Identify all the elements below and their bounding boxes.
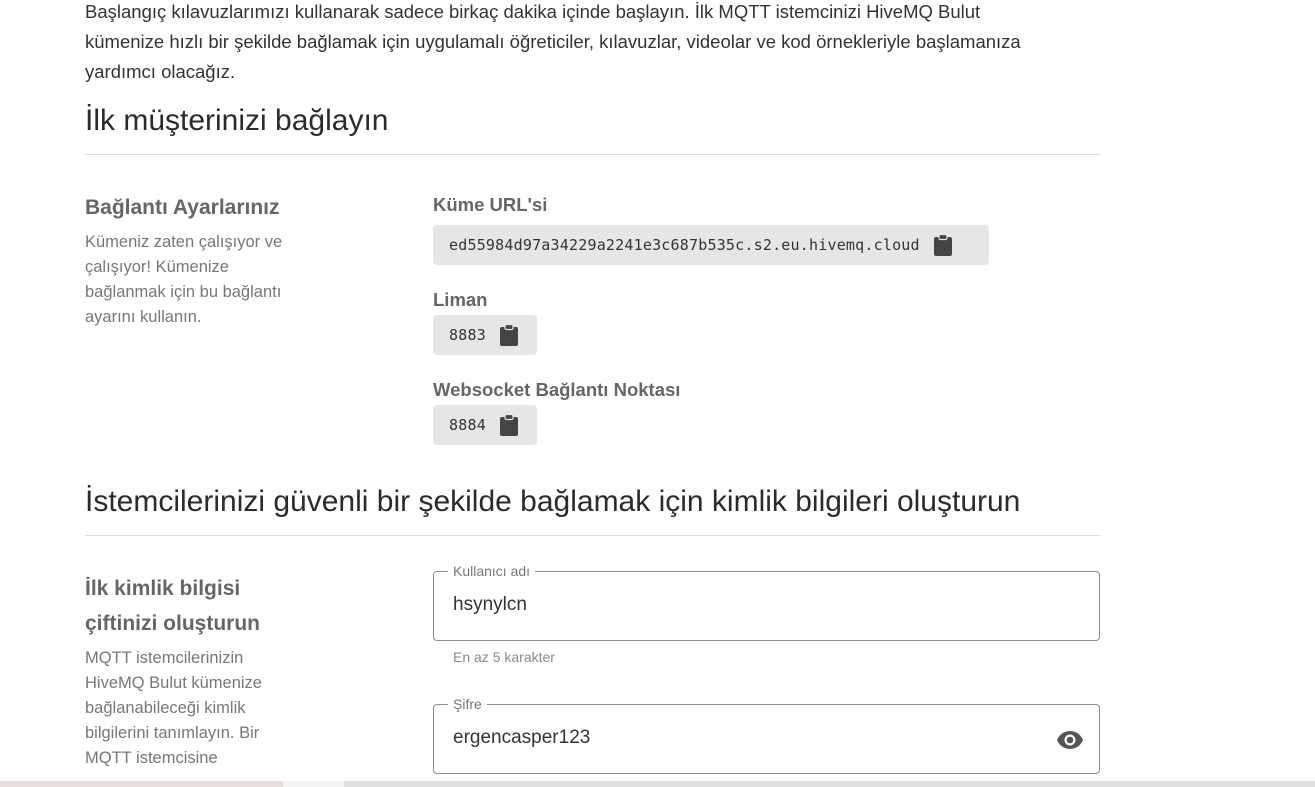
page: Başlangıç kılavuzlarımızı kullanarak sad… <box>0 0 1315 787</box>
websocket-port-chip: 8884 <box>433 405 537 445</box>
password-field[interactable]: Şifre <box>433 696 1100 774</box>
websocket-port-label: Websocket Bağlantı Noktası <box>433 379 681 400</box>
password-label: Şifre <box>448 696 487 712</box>
cluster-url-label: Küme URL'si <box>433 194 548 215</box>
cluster-url-chip: ed55984d97a34229a2241e3c687b535c.s2.eu.h… <box>433 225 989 265</box>
clipboard-icon <box>933 234 952 256</box>
connect-section-heading: İlk müşterinizi bağlayın <box>85 104 389 137</box>
port-value: 8883 <box>449 326 486 344</box>
scrollbar-thumb[interactable] <box>283 781 344 787</box>
copy-cluster-url-button[interactable] <box>932 234 954 256</box>
cluster-url-value: ed55984d97a34229a2241e3c687b535c.s2.eu.h… <box>449 236 920 254</box>
intro-line: Başlangıç kılavuzlarımızı kullanarak sad… <box>85 1 981 22</box>
username-label: Kullanıcı adı <box>448 563 536 579</box>
toggle-password-visibility-button[interactable] <box>1055 727 1085 753</box>
credentials-title: İlk kimlik bilgisi çiftinizi oluşturun <box>85 571 260 641</box>
section-divider <box>85 154 1100 155</box>
port-label: Liman <box>433 289 488 310</box>
connection-settings-title: Bağlantı Ayarlarınız <box>85 196 280 219</box>
port-chip: 8883 <box>433 315 537 355</box>
clipboard-icon <box>499 414 518 436</box>
username-helper-text: En az 5 karakter <box>453 649 555 665</box>
intro-line: yardımcı olacağız. <box>85 61 236 82</box>
websocket-port-value: 8884 <box>449 416 486 434</box>
credentials-title-line: çiftinizi oluşturun <box>85 612 260 635</box>
intro-line: kümenize hızlı bir şekilde bağlamak için… <box>85 31 1021 52</box>
credentials-section-heading: İstemcilerinizi güvenli bir şekilde bağl… <box>85 485 1021 518</box>
section-divider <box>85 535 1100 536</box>
scrollbar-track-left <box>0 781 283 787</box>
credentials-title-line: İlk kimlik bilgisi <box>85 577 241 600</box>
username-input[interactable] <box>453 594 1013 616</box>
clipboard-icon <box>499 324 518 346</box>
horizontal-scrollbar[interactable] <box>0 781 1315 787</box>
credentials-description: MQTT istemcilerinizin HiveMQ Bulut kümen… <box>85 649 262 767</box>
connection-settings-description: Kümeniz zaten çalışıyor ve çalışıyor! Kü… <box>85 233 283 326</box>
intro-text: Başlangıç kılavuzlarımızı kullanarak sad… <box>85 0 1100 87</box>
copy-port-button[interactable] <box>498 324 520 346</box>
copy-websocket-port-button[interactable] <box>498 414 520 436</box>
password-input[interactable] <box>453 727 1013 749</box>
username-field[interactable]: Kullanıcı adı <box>433 563 1100 641</box>
eye-icon <box>1057 731 1083 749</box>
